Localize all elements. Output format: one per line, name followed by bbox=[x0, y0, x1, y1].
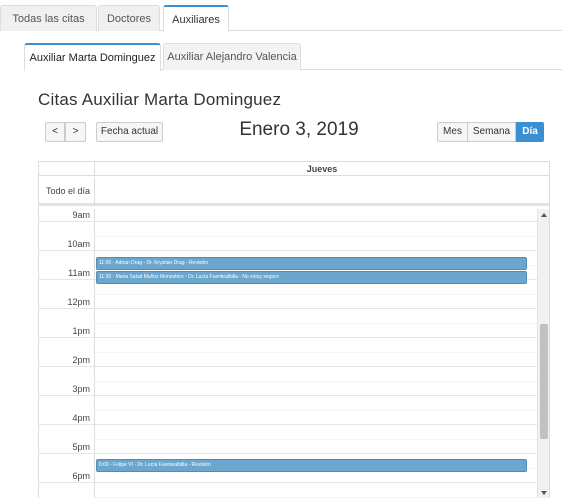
sub-tab-bar: Auxiliar Marta Dominguez Auxiliar Alejan… bbox=[24, 43, 562, 71]
tab-todas-las-citas[interactable]: Todas las citas bbox=[0, 5, 97, 31]
time-label: 2pm bbox=[39, 338, 95, 367]
time-label: 5pm bbox=[39, 425, 95, 454]
time-label: 9am bbox=[39, 209, 95, 222]
current-date-title: Enero 3, 2019 bbox=[239, 119, 359, 140]
calendar-header: Jueves bbox=[39, 162, 549, 176]
all-day-row[interactable]: Todo el día bbox=[39, 177, 549, 206]
all-day-label: Todo el día bbox=[39, 177, 95, 205]
view-week-button[interactable]: Semana bbox=[467, 122, 516, 142]
event-1130[interactable]: 11:30 - Maria Salud Muñoz Monestero - Dr… bbox=[96, 271, 527, 284]
view-month-button[interactable]: Mes bbox=[437, 122, 468, 142]
time-slot-row[interactable]: 7pm bbox=[39, 483, 537, 498]
time-label: 10am bbox=[39, 222, 95, 251]
half-hour-line bbox=[95, 381, 537, 382]
half-hour-line bbox=[95, 439, 537, 440]
time-label: 1pm bbox=[39, 309, 95, 338]
scrollbar-thumb[interactable] bbox=[540, 324, 548, 439]
tab-doctores[interactable]: Doctores bbox=[98, 5, 160, 31]
view-day-button[interactable]: Día bbox=[516, 122, 544, 142]
time-slot-row[interactable]: 3pm bbox=[39, 367, 537, 396]
event-1800[interactable]: 6:00 - Felipe VI - Dr. Lucía Fuentealbil… bbox=[96, 459, 527, 472]
axis-header bbox=[39, 162, 95, 176]
time-slot-row[interactable]: 1pm bbox=[39, 309, 537, 338]
time-label: 11am bbox=[39, 251, 95, 280]
day-calendar: Jueves Todo el día 9am 10am 11am 12pm 1pm 2pm… bbox=[38, 161, 550, 498]
top-tab-bar: Todas las citas Doctores Auxiliares bbox=[0, 5, 562, 32]
time-grid: 9am10am11am12pm1pm2pm3pm4pm5pm6pm7pm bbox=[39, 209, 537, 498]
scroll-up-icon[interactable] bbox=[541, 213, 547, 217]
time-slot-row[interactable]: 4pm bbox=[39, 396, 537, 425]
scroll-down-icon[interactable] bbox=[541, 491, 547, 495]
prev-button[interactable]: < bbox=[45, 122, 65, 142]
half-hour-line bbox=[95, 410, 537, 411]
time-label: 12pm bbox=[39, 280, 95, 309]
time-label: 6pm bbox=[39, 454, 95, 483]
tab-auxiliares[interactable]: Auxiliares bbox=[163, 5, 229, 32]
chevron-left-icon: < bbox=[52, 126, 58, 137]
time-grid-scroller[interactable]: 9am10am11am12pm1pm2pm3pm4pm5pm6pm7pm 11:… bbox=[39, 209, 549, 498]
half-hour-line bbox=[95, 352, 537, 353]
time-slot-row[interactable]: 5pm bbox=[39, 425, 537, 454]
day-header: Jueves bbox=[306, 164, 338, 174]
event-1100[interactable]: 11:00 - Adrian Drag - Dr. Krystian Drag … bbox=[96, 257, 527, 270]
time-slot-row[interactable]: 2pm bbox=[39, 338, 537, 367]
next-button[interactable]: > bbox=[65, 122, 86, 142]
subtab-auxiliar-alejandro-valencia[interactable]: Auxiliar Alejandro Valencia bbox=[163, 43, 301, 70]
half-hour-line bbox=[95, 294, 537, 295]
time-slot-row[interactable]: 12pm bbox=[39, 280, 537, 309]
half-hour-line bbox=[95, 323, 537, 324]
time-label: 4pm bbox=[39, 396, 95, 425]
subtab-auxiliar-marta-dominguez[interactable]: Auxiliar Marta Dominguez bbox=[24, 43, 161, 71]
vertical-scrollbar[interactable] bbox=[537, 209, 549, 498]
time-label: 3pm bbox=[39, 367, 95, 396]
today-button[interactable]: Fecha actual bbox=[96, 122, 163, 142]
half-hour-line bbox=[95, 236, 537, 237]
time-label: 7pm bbox=[39, 483, 95, 498]
time-slot-row[interactable]: 9am bbox=[39, 209, 537, 222]
time-slot-row[interactable]: 10am bbox=[39, 222, 537, 251]
page-title: Citas Auxiliar Marta Dominguez bbox=[38, 90, 282, 109]
chevron-right-icon: > bbox=[72, 126, 79, 137]
